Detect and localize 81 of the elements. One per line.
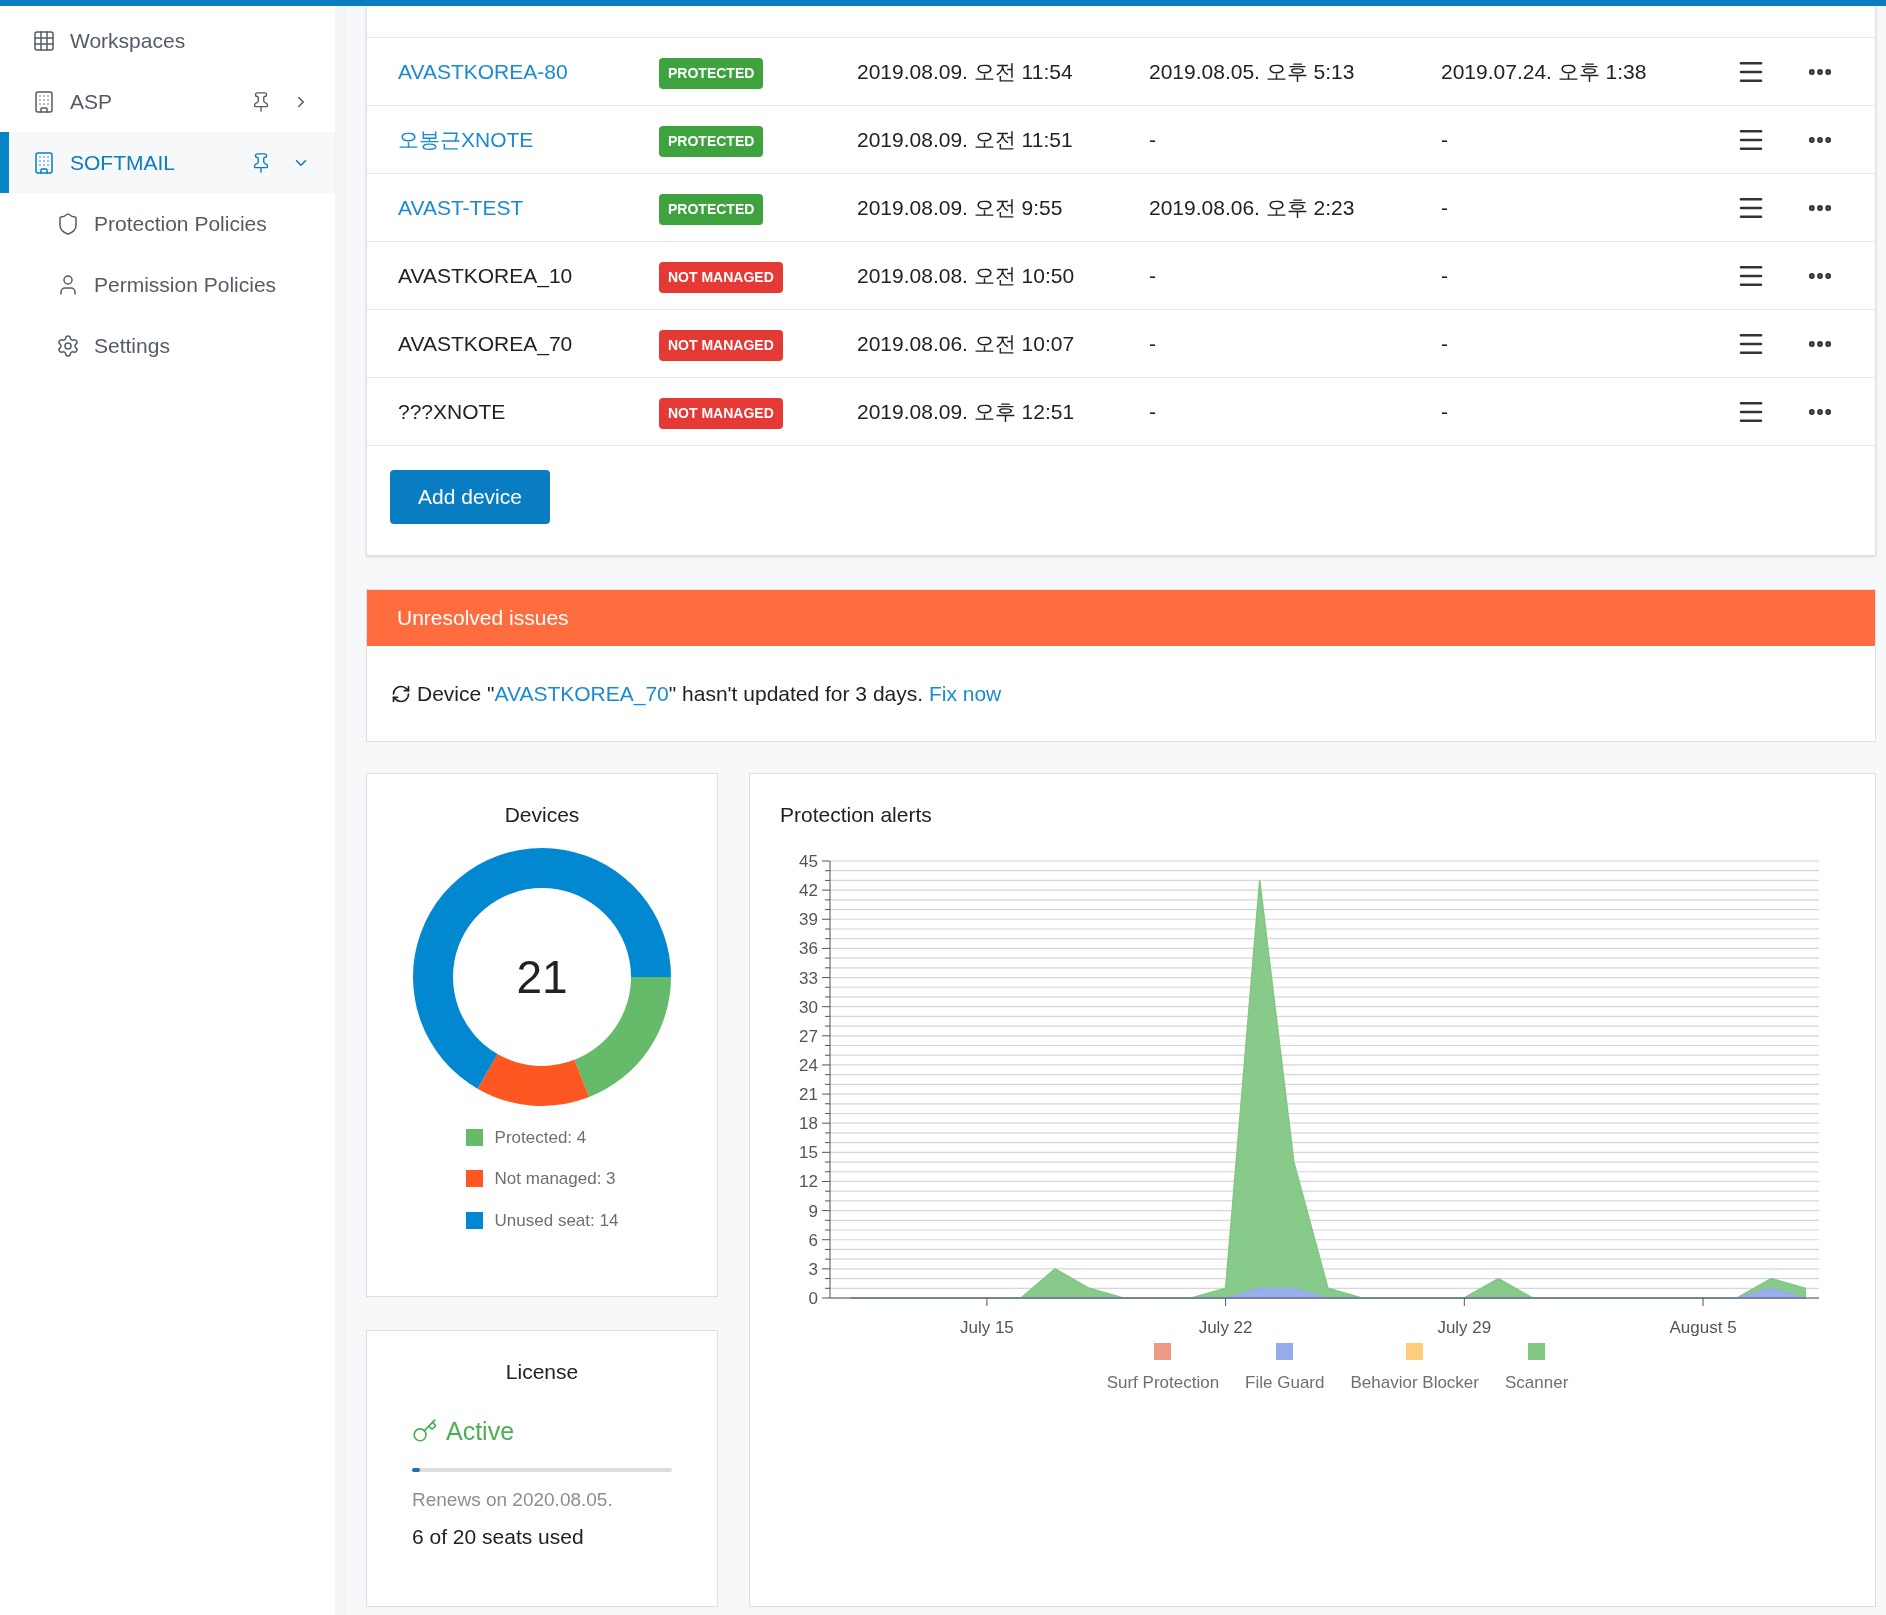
y-tick-label: 18 bbox=[799, 1113, 818, 1133]
issue-message: Device "AVASTKOREA_70" hasn't updated for 3 days. Fix now bbox=[417, 680, 1002, 708]
refresh-icon bbox=[391, 683, 411, 704]
table-cell-text: - bbox=[1441, 262, 1449, 289]
legend-label: Not managed: 3 bbox=[494, 1168, 616, 1190]
y-tick-label: 27 bbox=[799, 1026, 818, 1046]
table-cell-text: 2019.08.06. 오전 10:07 bbox=[857, 330, 1076, 357]
y-tick-label: 24 bbox=[799, 1055, 818, 1075]
table-cell-text: 2019.08.06. 오후 2:23 bbox=[1149, 194, 1356, 221]
table-cell-text: 2019.08.09. 오후 12:51 bbox=[857, 398, 1076, 425]
sidebar-item[interactable]: Workspaces bbox=[0, 10, 335, 71]
y-tick-label: 39 bbox=[799, 909, 818, 929]
x-tick-label: July 15 bbox=[959, 1317, 1014, 1337]
total-count: 21 bbox=[516, 953, 568, 1000]
status-badge: PROTECTED bbox=[659, 125, 764, 157]
table-cell-text: - bbox=[1149, 330, 1157, 357]
status-badge: PROTECTED bbox=[659, 193, 764, 225]
table-cell-text: - bbox=[1149, 126, 1157, 153]
building-icon bbox=[32, 150, 56, 175]
renewal-date: Renews on 2020.08.05. bbox=[412, 1488, 614, 1512]
x-tick-label: July 29 bbox=[1437, 1317, 1492, 1337]
table-cell-text: - bbox=[1149, 398, 1157, 425]
y-tick-label: 15 bbox=[799, 1142, 818, 1162]
legend-label: Protected: 4 bbox=[494, 1126, 587, 1149]
device-name: AVASTKOREA_70 bbox=[398, 330, 574, 358]
y-tick-label: 30 bbox=[799, 997, 818, 1017]
table-cell-text: 2019.08.09. 오전 11:54 bbox=[857, 58, 1074, 85]
y-tick-label: 33 bbox=[799, 968, 818, 988]
y-tick-label: 42 bbox=[799, 880, 818, 900]
sidebar-subitem[interactable]: Protection Policies bbox=[0, 193, 335, 254]
legend-label: Surf Protection bbox=[1106, 1371, 1220, 1394]
y-tick-label: 9 bbox=[808, 1201, 818, 1221]
table-cell-text: 2019.08.09. 오전 9:55 bbox=[857, 194, 1064, 221]
x-tick-label: August 5 bbox=[1669, 1317, 1737, 1337]
table-cell-text: - bbox=[1441, 126, 1449, 153]
card-title: License bbox=[505, 1359, 579, 1385]
y-tick-label: 3 bbox=[808, 1259, 818, 1279]
sidebar-subitem[interactable]: Permission Policies bbox=[0, 254, 335, 315]
sidebar-item[interactable]: SOFTMAIL bbox=[0, 132, 335, 193]
status-badge: PROTECTED bbox=[659, 57, 764, 89]
license-status: Active bbox=[446, 1415, 515, 1447]
table-cell-text: 2019.08.08. 오전 10:50 bbox=[857, 262, 1076, 289]
building-icon bbox=[32, 89, 56, 114]
grid-icon bbox=[32, 28, 56, 53]
sidebar-subitem[interactable]: Settings bbox=[0, 315, 335, 376]
y-tick-label: 21 bbox=[799, 1084, 818, 1104]
card-title: Protection alerts bbox=[780, 802, 933, 828]
sidebar-item[interactable]: ASP bbox=[0, 71, 335, 132]
device-link[interactable]: AVAST-TEST bbox=[398, 191, 659, 224]
table-cell-text: 2019.08.05. 오후 5:13 bbox=[1149, 58, 1356, 85]
card-title: Devices bbox=[504, 802, 580, 828]
y-tick-label: 36 bbox=[799, 938, 818, 958]
device-link[interactable]: AVASTKOREA_70 bbox=[494, 681, 669, 705]
status-badge: NOT MANAGED bbox=[659, 329, 783, 361]
legend-label: Unused seat: 14 bbox=[494, 1209, 619, 1232]
table-cell-text: - bbox=[1441, 194, 1449, 221]
table-cell-text: - bbox=[1441, 330, 1449, 357]
table-cell-text: 2019.08.09. 오전 11:51 bbox=[857, 126, 1074, 153]
seats-used: 6 of 20 seats used bbox=[412, 1523, 585, 1550]
status-badge: NOT MANAGED bbox=[659, 397, 783, 429]
shield-icon bbox=[56, 211, 80, 236]
x-tick-label: July 22 bbox=[1198, 1317, 1253, 1337]
y-tick-label: 45 bbox=[799, 851, 818, 871]
issues-title: Unresolved issues bbox=[397, 605, 569, 632]
legend-label: Scanner bbox=[1505, 1371, 1569, 1394]
status-badge: NOT MANAGED bbox=[659, 261, 783, 293]
table-cell-text: - bbox=[1149, 262, 1157, 289]
table-cell-text: 2019.07.24. 오후 1:38 bbox=[1441, 58, 1648, 85]
legend-label: File Guard bbox=[1245, 1371, 1325, 1394]
table-cell-text: - bbox=[1441, 398, 1449, 425]
y-tick-label: 0 bbox=[808, 1288, 818, 1308]
legend-label: Behavior Blocker bbox=[1350, 1371, 1479, 1394]
settings-icon bbox=[56, 333, 80, 358]
y-tick-label: 12 bbox=[799, 1171, 818, 1191]
device-link[interactable]: 오봉근XNOTE bbox=[398, 123, 659, 156]
add-device-button[interactable]: Add device bbox=[390, 470, 550, 524]
device-name: AVASTKOREA_10 bbox=[398, 262, 574, 290]
device-link[interactable]: AVASTKOREA-80 bbox=[398, 55, 659, 88]
y-tick-label: 6 bbox=[808, 1230, 818, 1250]
fix-now-link[interactable]: Fix now bbox=[928, 681, 1002, 705]
device-name: ???XNOTE bbox=[398, 398, 507, 425]
